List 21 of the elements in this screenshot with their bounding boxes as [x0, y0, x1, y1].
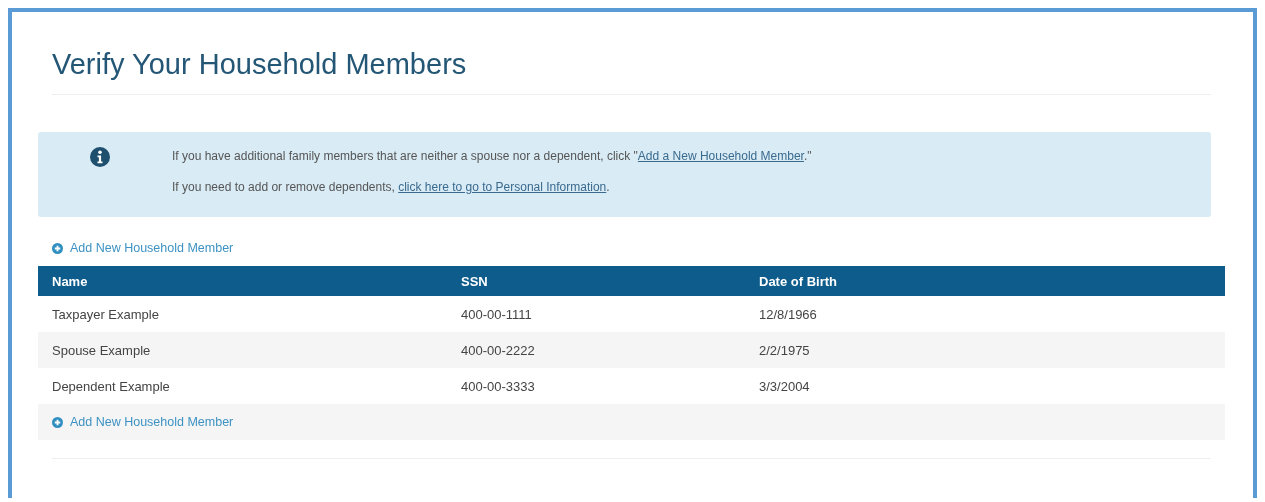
- add-member-link[interactable]: Add New Household Member: [52, 240, 234, 257]
- column-header: Name: [52, 273, 89, 289]
- info-link[interactable]: Add a New Household Member: [637, 149, 804, 163]
- info-icon: [90, 147, 110, 167]
- table-cell-text: 400-00-1111: [461, 306, 533, 322]
- table-cell-text: 400-00-2222: [461, 342, 536, 358]
- table-cell-text: Spouse Example: [52, 342, 152, 358]
- table-cell-text: 3/3/2004: [759, 378, 811, 394]
- table-cell-text: 12/8/1966: [759, 306, 818, 322]
- table-cell-text: Dependent Example: [52, 378, 171, 394]
- add-member-link[interactable]: Add New Household Member: [52, 413, 234, 431]
- column-header: SSN: [461, 273, 489, 289]
- plus-circle-icon: [52, 243, 63, 254]
- table-cell-text: Taxpayer Example: [52, 306, 160, 322]
- table-cell-text: 2/2/1975: [759, 342, 811, 358]
- info-text: If you have additional family members that are neither a spouse nor a dependent, click "Add a New Household Member.": [172, 148, 812, 165]
- table-cell-text: 400-00-3333: [461, 378, 536, 394]
- plus-circle-icon: [52, 416, 63, 428]
- info-text: If you need to add or remove dependents, click here to go to Personal Information.: [172, 179, 611, 196]
- column-header: Date of Birth: [759, 273, 838, 289]
- page-title: Verify Your Household Members: [52, 47, 467, 82]
